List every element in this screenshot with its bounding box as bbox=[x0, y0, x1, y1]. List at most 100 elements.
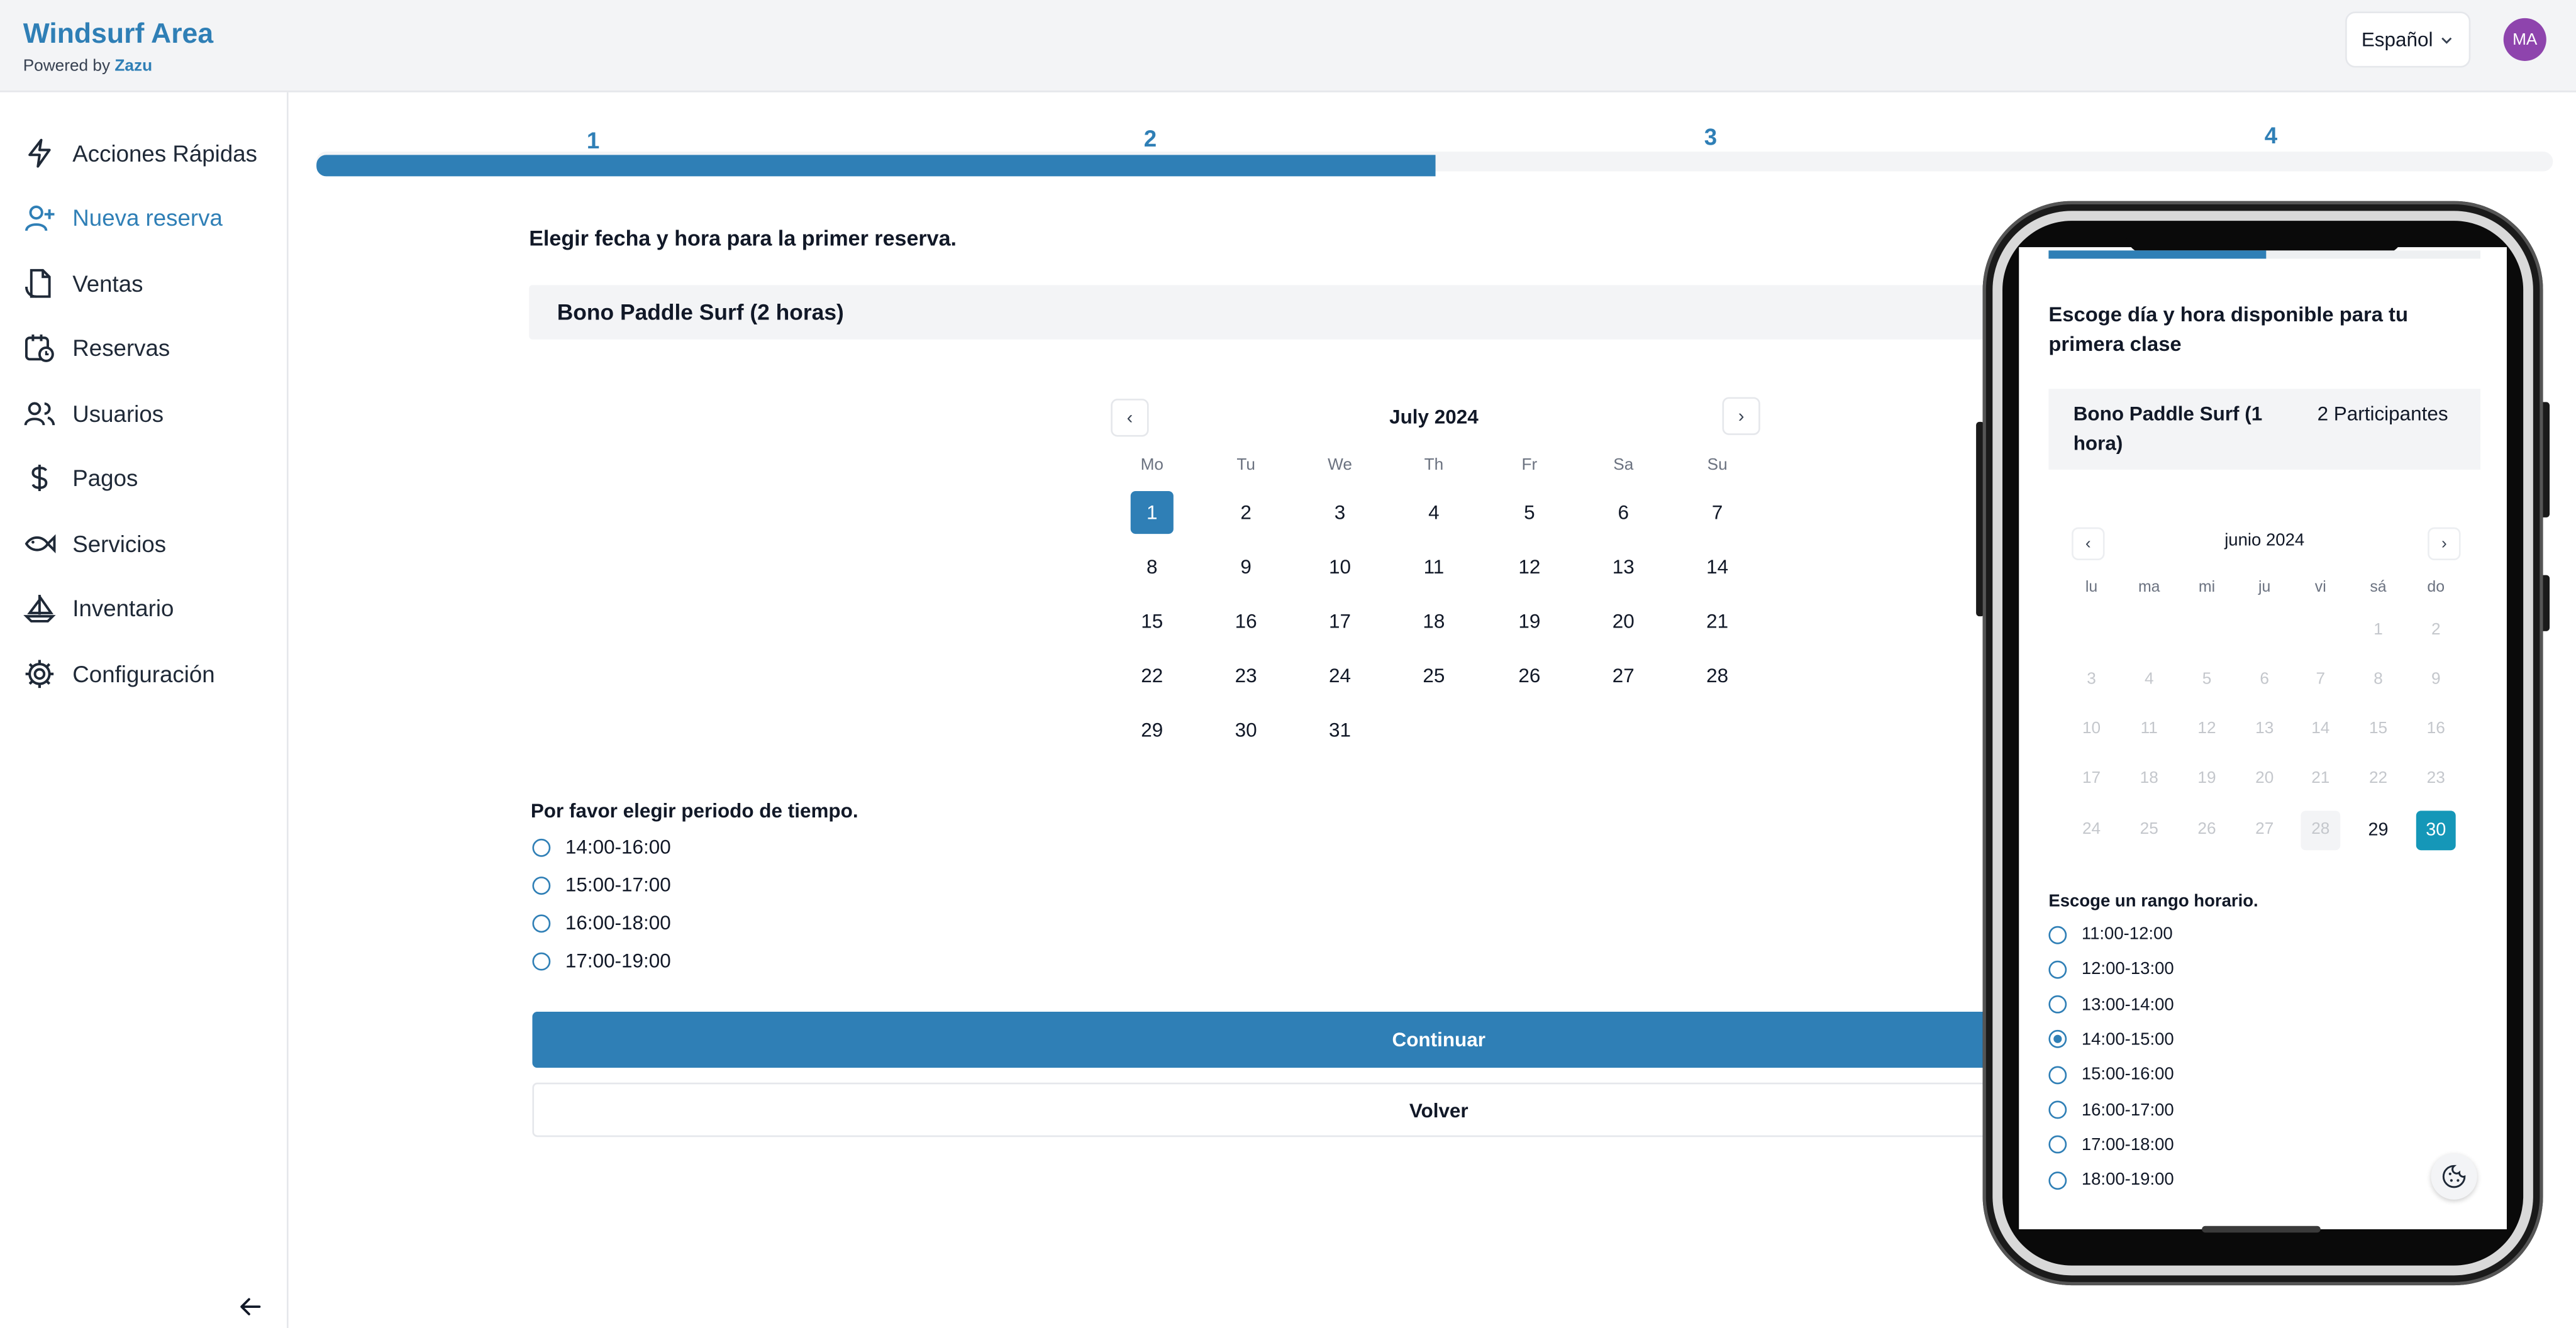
calendar-day[interactable]: 19 bbox=[1508, 600, 1551, 643]
mobile-time-range-option[interactable]: 11:00-12:00 bbox=[2048, 924, 2173, 944]
language-select[interactable]: Español bbox=[2345, 11, 2471, 68]
mobile-time-range-option[interactable]: 17:00-18:00 bbox=[2048, 1135, 2174, 1155]
calendar-day[interactable]: 1 bbox=[1130, 490, 1174, 534]
prev-month-button[interactable]: ‹ bbox=[1111, 399, 1149, 437]
cookie-settings-button[interactable] bbox=[2431, 1153, 2477, 1200]
mobile-radio-button[interactable] bbox=[2048, 1065, 2067, 1084]
sidebar-item-inventario[interactable]: Inventario bbox=[23, 587, 174, 629]
calendar-day[interactable]: 7 bbox=[1696, 491, 1739, 534]
mobile-calendar-day[interactable]: 27 bbox=[2245, 811, 2284, 850]
calendar-day[interactable]: 23 bbox=[1224, 654, 1267, 697]
time-period-option[interactable]: 14:00-16:00 bbox=[532, 836, 671, 858]
mobile-radio-button[interactable] bbox=[2048, 925, 2067, 944]
sidebar-item-configuracion[interactable]: Configuración bbox=[23, 653, 215, 695]
calendar-day[interactable]: 14 bbox=[1696, 545, 1739, 588]
radio-button[interactable] bbox=[532, 951, 551, 970]
mobile-calendar-day[interactable]: 12 bbox=[2187, 710, 2227, 750]
mobile-calendar-day[interactable]: 16 bbox=[2416, 710, 2456, 750]
radio-button[interactable] bbox=[532, 875, 551, 894]
calendar-day[interactable]: 25 bbox=[1413, 654, 1455, 697]
mobile-calendar-day[interactable]: 23 bbox=[2416, 760, 2456, 799]
calendar-day[interactable]: 24 bbox=[1318, 654, 1361, 697]
calendar-day[interactable]: 16 bbox=[1224, 600, 1267, 643]
time-period-option[interactable]: 16:00-18:00 bbox=[532, 911, 671, 934]
mobile-calendar-day[interactable]: 8 bbox=[2358, 661, 2398, 700]
calendar-day[interactable]: 31 bbox=[1318, 709, 1361, 751]
calendar-day[interactable]: 18 bbox=[1413, 600, 1455, 643]
calendar-day[interactable]: 13 bbox=[1602, 545, 1645, 588]
calendar-day[interactable]: 21 bbox=[1696, 600, 1739, 643]
mobile-calendar-day[interactable]: 17 bbox=[2072, 760, 2111, 799]
sidebar-item-pagos[interactable]: Pagos bbox=[23, 456, 138, 499]
mobile-time-range-option[interactable]: 14:00-15:00 bbox=[2048, 1030, 2174, 1049]
calendar-day[interactable]: 30 bbox=[1224, 709, 1267, 751]
mobile-time-range-option[interactable]: 12:00-13:00 bbox=[2048, 960, 2174, 979]
mobile-calendar-day[interactable]: 3 bbox=[2072, 661, 2111, 700]
mobile-time-range-option[interactable]: 13:00-14:00 bbox=[2048, 995, 2174, 1014]
mobile-radio-button[interactable] bbox=[2048, 1100, 2067, 1119]
sidebar-item-nueva-reserva[interactable]: Nueva reserva bbox=[23, 196, 223, 239]
time-period-option[interactable]: 15:00-17:00 bbox=[532, 873, 671, 897]
mobile-calendar-day[interactable]: 14 bbox=[2301, 710, 2340, 750]
calendar-day[interactable]: 2 bbox=[1224, 491, 1267, 534]
mobile-radio-button[interactable] bbox=[2048, 960, 2067, 979]
sidebar-item-reservas[interactable]: Reservas bbox=[23, 326, 170, 369]
mobile-time-range-option[interactable]: 15:00-16:00 bbox=[2048, 1065, 2174, 1085]
sidebar-item-servicios[interactable]: Servicios bbox=[23, 523, 166, 565]
mobile-radio-button[interactable] bbox=[2048, 995, 2067, 1014]
mobile-calendar-day[interactable]: 7 bbox=[2301, 661, 2340, 700]
mobile-calendar-day[interactable]: 26 bbox=[2187, 811, 2227, 850]
mobile-calendar-day[interactable]: 20 bbox=[2245, 760, 2284, 799]
radio-button[interactable] bbox=[532, 838, 551, 856]
mobile-calendar-day[interactable]: 6 bbox=[2245, 661, 2284, 700]
mobile-calendar-day[interactable]: 1 bbox=[2358, 611, 2398, 651]
calendar-day[interactable]: 22 bbox=[1131, 654, 1174, 697]
calendar-day[interactable]: 29 bbox=[1131, 709, 1174, 751]
mobile-calendar-day[interactable]: 2 bbox=[2416, 611, 2456, 651]
mobile-calendar-day[interactable]: 13 bbox=[2245, 710, 2284, 750]
time-period-option[interactable]: 17:00-19:00 bbox=[532, 949, 671, 972]
mobile-calendar-day[interactable]: 19 bbox=[2187, 760, 2227, 799]
calendar-day[interactable]: 15 bbox=[1131, 600, 1174, 643]
sidebar-item-usuarios[interactable]: Usuarios bbox=[23, 392, 164, 435]
mobile-time-range-option[interactable]: 16:00-17:00 bbox=[2048, 1100, 2174, 1120]
mobile-radio-button[interactable] bbox=[2048, 1136, 2067, 1154]
radio-button[interactable] bbox=[532, 914, 551, 932]
calendar-day[interactable]: 27 bbox=[1602, 654, 1645, 697]
mobile-calendar-day[interactable]: 28 bbox=[2301, 811, 2341, 851]
mobile-calendar-day[interactable]: 11 bbox=[2129, 710, 2169, 750]
mobile-calendar-day[interactable]: 21 bbox=[2301, 760, 2340, 799]
mobile-calendar-day[interactable]: 15 bbox=[2358, 710, 2398, 750]
calendar-day[interactable]: 26 bbox=[1508, 654, 1551, 697]
mobile-calendar-day[interactable]: 10 bbox=[2072, 710, 2111, 750]
calendar-day[interactable]: 20 bbox=[1602, 600, 1645, 643]
mobile-calendar-day[interactable]: 5 bbox=[2187, 661, 2227, 700]
mobile-next-month-button[interactable]: › bbox=[2428, 527, 2461, 561]
mobile-calendar-day[interactable]: 25 bbox=[2129, 811, 2169, 850]
sidebar-item-ventas[interactable]: Ventas bbox=[23, 262, 143, 305]
mobile-prev-month-button[interactable]: ‹ bbox=[2072, 527, 2105, 561]
calendar-day[interactable]: 5 bbox=[1508, 491, 1551, 534]
collapse-sidebar-icon[interactable] bbox=[236, 1292, 265, 1322]
mobile-calendar-day[interactable]: 22 bbox=[2358, 760, 2398, 799]
calendar-day[interactable]: 12 bbox=[1508, 545, 1551, 588]
mobile-time-range-option[interactable]: 18:00-19:00 bbox=[2048, 1170, 2174, 1190]
next-month-button[interactable]: › bbox=[1722, 397, 1760, 435]
sidebar-item-acciones-rapidas[interactable]: Acciones Rápidas bbox=[23, 132, 257, 175]
calendar-day[interactable]: 4 bbox=[1413, 491, 1455, 534]
calendar-day[interactable]: 10 bbox=[1318, 545, 1361, 588]
mobile-calendar-day[interactable]: 9 bbox=[2416, 661, 2456, 700]
mobile-radio-button[interactable] bbox=[2048, 1171, 2067, 1190]
calendar-day[interactable]: 6 bbox=[1602, 491, 1645, 534]
mobile-calendar-day[interactable]: 4 bbox=[2129, 661, 2169, 700]
calendar-day[interactable]: 17 bbox=[1318, 600, 1361, 643]
mobile-calendar-day[interactable]: 29 bbox=[2358, 811, 2398, 850]
mobile-calendar-day[interactable]: 18 bbox=[2129, 760, 2169, 799]
calendar-day[interactable]: 3 bbox=[1318, 491, 1361, 534]
mobile-calendar-day[interactable]: 24 bbox=[2072, 811, 2111, 850]
mobile-calendar-day[interactable]: 30 bbox=[2416, 811, 2456, 851]
brand-title[interactable]: Windsurf Area bbox=[23, 18, 213, 51]
calendar-day[interactable]: 8 bbox=[1131, 545, 1174, 588]
calendar-day[interactable]: 28 bbox=[1696, 654, 1739, 697]
calendar-day[interactable]: 11 bbox=[1413, 545, 1455, 588]
